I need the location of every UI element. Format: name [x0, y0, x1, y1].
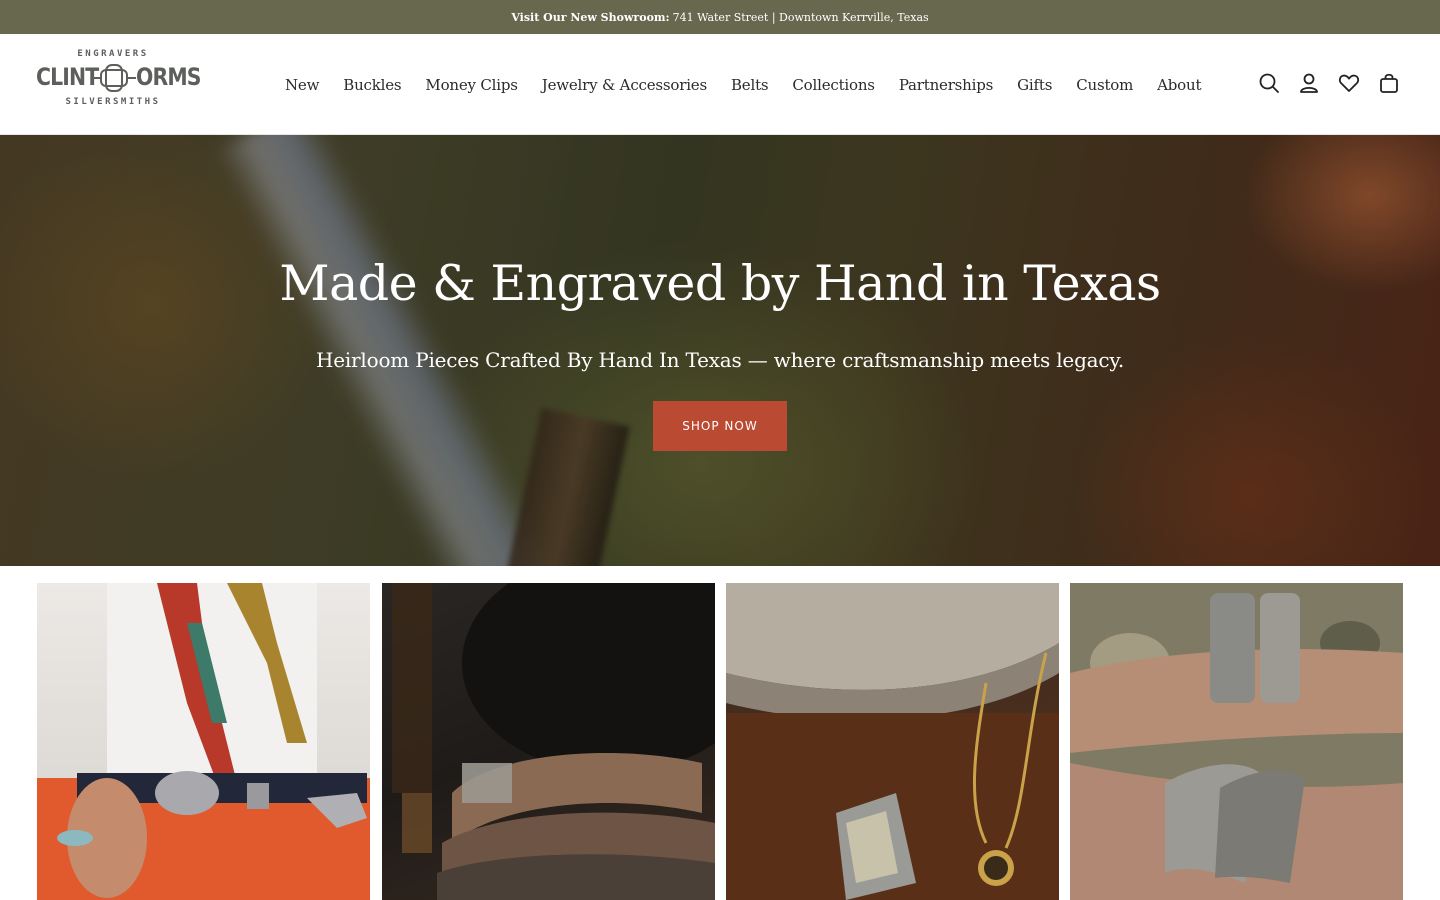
category-tile-money-clips[interactable]: [726, 583, 1059, 900]
site-header: ENGRAVERS CLINT ORMS SILVERSMITHS New Bu…: [0, 34, 1440, 135]
logo-top-text: ENGRAVERS: [77, 49, 149, 59]
nav-item-custom[interactable]: Custom: [1076, 76, 1133, 94]
main-nav: New Buckles Money Clips Jewelry & Access…: [285, 76, 1225, 94]
cart-bag-icon[interactable]: [1378, 72, 1400, 94]
logo-buckle-mark-icon: [92, 64, 136, 92]
logo-bottom-text: SILVERSMITHS: [65, 97, 161, 107]
brand-logo[interactable]: ENGRAVERS CLINT ORMS SILVERSMITHS: [36, 49, 202, 109]
category-tile-belts-women[interactable]: [37, 583, 370, 900]
category-tile-jewelry[interactable]: [1070, 583, 1403, 900]
tile-image-woman-belt-buckle: [37, 583, 370, 900]
shop-now-button[interactable]: SHOP NOW: [653, 401, 787, 451]
category-tiles: [37, 583, 1403, 900]
account-icon[interactable]: [1298, 72, 1320, 94]
wishlist-heart-icon[interactable]: [1338, 72, 1360, 94]
hero-title: Made & Engraved by Hand in Texas: [279, 255, 1161, 312]
tile-image-cuff-bracelets: [1070, 583, 1403, 900]
announcement-bar[interactable]: Visit Our New Showroom: 741 Water Street…: [0, 0, 1440, 34]
tile-image-hat-chain-money-clip: [726, 583, 1059, 900]
nav-item-new[interactable]: New: [285, 76, 319, 94]
nav-item-buckles[interactable]: Buckles: [343, 76, 401, 94]
nav-item-about[interactable]: About: [1157, 76, 1201, 94]
nav-item-jewelry-accessories[interactable]: Jewelry & Accessories: [542, 76, 707, 94]
logo-word-right: ORMS: [136, 63, 202, 91]
header-icons: [1258, 72, 1400, 94]
hero-banner: Made & Engraved by Hand in Texas Heirloo…: [0, 135, 1440, 566]
logo-word-left: CLINT: [36, 63, 99, 91]
nav-item-gifts[interactable]: Gifts: [1017, 76, 1052, 94]
nav-item-belts[interactable]: Belts: [731, 76, 769, 94]
search-icon[interactable]: [1258, 72, 1280, 94]
announcement-text: 741 Water Street | Downtown Kerrville, T…: [672, 10, 929, 24]
nav-item-collections[interactable]: Collections: [792, 76, 875, 94]
hero-subtitle: Heirloom Pieces Crafted By Hand In Texas…: [315, 348, 1124, 372]
tile-image-leather-belts: [392, 583, 715, 900]
nav-item-partnerships[interactable]: Partnerships: [899, 76, 994, 94]
announcement-label: Visit Our New Showroom:: [511, 10, 670, 24]
nav-item-money-clips[interactable]: Money Clips: [425, 76, 518, 94]
category-tile-belts[interactable]: [382, 583, 715, 900]
